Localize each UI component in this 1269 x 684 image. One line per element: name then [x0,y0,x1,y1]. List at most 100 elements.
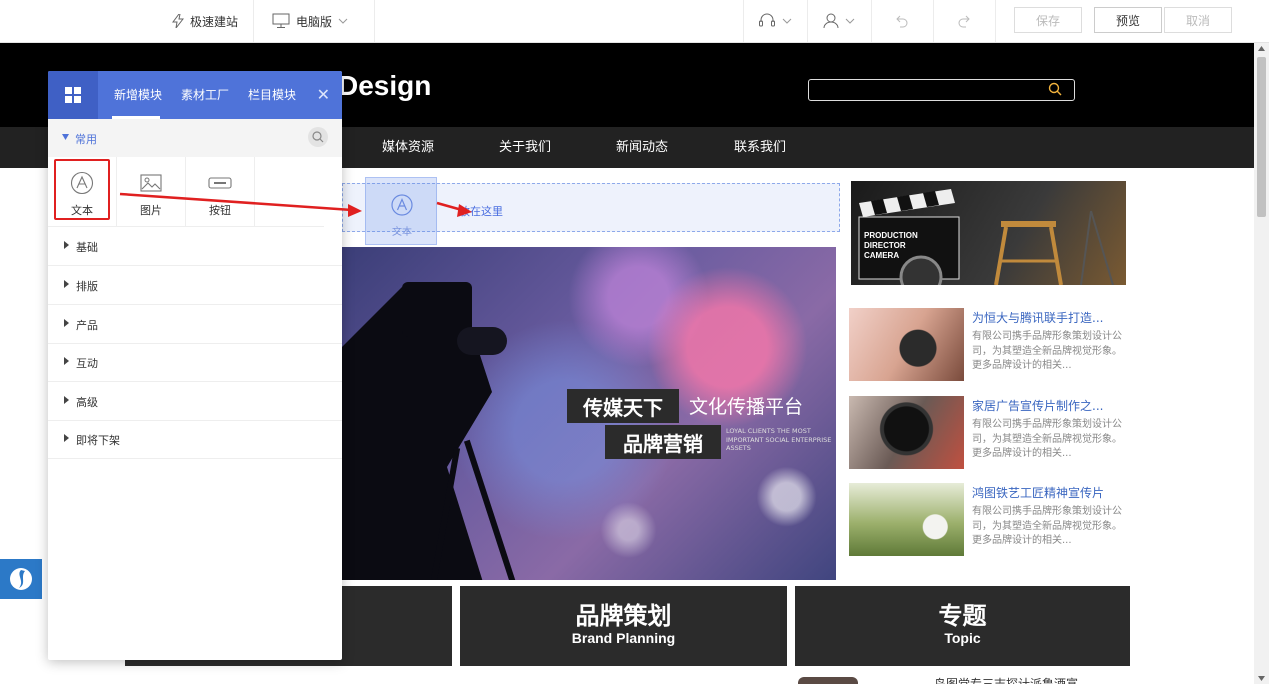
category-advanced[interactable]: 高级 [48,382,342,421]
category-deprecated[interactable]: 即将下架 [48,420,342,459]
category-tile-topic[interactable]: 专题 Topic [795,586,1130,666]
module-label: 图片 [140,204,162,217]
category-title: 品牌策划 [575,602,672,630]
drag-ghost-label: 文本 [392,227,412,238]
news-title[interactable]: 家居广告宣传片制作之... [972,397,1132,414]
tab-material-factory[interactable]: 素材工厂 [181,71,229,119]
news-thumbnail[interactable] [849,396,964,469]
featured-line: DIRECTOR [864,241,906,250]
triangle-right-icon [64,241,69,249]
device-label: 电脑版 [296,14,333,29]
search-icon [312,131,324,143]
category-subtitle: Topic [944,630,981,646]
undo-button[interactable] [871,0,933,42]
quick-build-label: 极速建站 [190,14,239,29]
button-icon [208,177,232,189]
module-grid-button[interactable] [48,71,98,119]
cancel-button[interactable]: 取消 [1164,7,1232,33]
nav-item-about[interactable]: 关于我们 [499,127,551,168]
editor-toolbar: 极速建站 电脑版 保存 预览 取消 [0,0,1269,43]
toolbar-divider [374,0,375,42]
news-item[interactable]: 鸿图铁艺工匠精神宣传片 有限公司携手品牌形象策划设计公司，为其塑造全新品牌视觉形… [849,483,1129,559]
text-module-icon [391,194,413,216]
page-scrollbar[interactable] [1254,43,1269,684]
chevron-down-icon [782,18,792,24]
triangle-right-icon [64,396,69,404]
undo-icon [896,15,908,28]
account-menu-button[interactable] [807,0,871,42]
scroll-down-arrow-icon[interactable] [1258,676,1265,681]
scrollbar-thumb[interactable] [1257,57,1266,217]
category-subtitle: Brand Planning [571,630,676,646]
grid-icon [65,87,81,103]
quick-build-button[interactable]: 极速建站 [172,0,238,42]
banner-slogan: 文化传播平台 [689,396,804,418]
category-title: 专题 [938,602,987,630]
tab-section-module[interactable]: 栏目模块 [248,71,296,119]
user-icon [823,13,839,29]
headset-icon [759,13,775,27]
news-item[interactable]: 为恒大与腾讯联手打造... 有限公司携手品牌形象策划设计公司，为其塑造全新品牌视… [849,308,1129,384]
module-image[interactable]: 图片 [117,157,186,227]
module-button[interactable]: 按钮 [186,157,255,227]
featured-image[interactable]: PRODUCTION DIRECTOR CAMERA [851,181,1126,285]
category-interactive[interactable]: 互动 [48,343,342,382]
category-basic[interactable]: 基础 [48,227,342,266]
chat-bubble-icon [10,568,32,590]
triangle-right-icon [64,357,69,365]
banner-image: 传媒天下 品牌营销 文化传播平台 LOYAL CLIENTS THE MOST … [342,247,836,580]
redo-button[interactable] [933,0,995,42]
category-layout[interactable]: 排版 [48,266,342,305]
site-search-input[interactable] [808,79,1075,101]
module-label: 按钮 [209,204,231,217]
featured-line: PRODUCTION [864,231,918,240]
next-thumbnail-partial [798,677,858,684]
category-label: 排版 [76,280,98,293]
next-news-title-partial: 鸟图党专三志探计派鲁酒富 [934,677,1079,684]
chevron-down-icon [338,18,348,24]
category-label: 基础 [76,241,98,254]
featured-line: CAMERA [864,251,900,260]
device-switcher[interactable]: 电脑版 [272,0,348,42]
drop-zone-hint: 放在这里 [459,205,503,218]
support-menu-button[interactable] [743,0,807,42]
nav-item-contact[interactable]: 联系我们 [734,127,786,168]
preview-button[interactable]: 预览 [1094,7,1162,33]
news-title[interactable]: 为恒大与腾讯联手打造... [972,309,1132,326]
close-icon[interactable]: ✕ [317,85,330,104]
common-section-header[interactable]: 常用 [48,119,342,157]
news-item[interactable]: 家居广告宣传片制作之... 有限公司携手品牌形象策划设计公司，为其塑造全新品牌视… [849,396,1129,472]
banner-en-text: LOYAL CLIENTS THE MOST IMPORTANT SOCIAL … [726,427,832,452]
news-desc: 有限公司携手品牌形象策划设计公司，为其塑造全新品牌视觉形象。更多品牌设计的相关.… [972,331,1122,371]
panel-header: 新增模块 素材工厂 栏目模块 ✕ [48,71,342,119]
site-logo: Design [338,70,432,101]
add-module-panel: 新增模块 素材工厂 栏目模块 ✕ 常用 文本 图片 按钮 基础 排版 产品 互动… [48,71,342,660]
chevron-down-icon [845,18,855,24]
module-empty-slot [255,157,324,227]
banner-tag-2: 品牌营销 [605,425,721,459]
tab-add-module[interactable]: 新增模块 [114,71,162,119]
category-label: 高级 [76,396,98,409]
nav-item-news[interactable]: 新闻动态 [616,127,668,168]
toolbar-divider [253,0,254,42]
highlight-box [54,159,110,220]
banner-tag-1: 传媒天下 [567,389,679,423]
search-icon[interactable] [1048,82,1062,96]
scroll-up-arrow-icon[interactable] [1258,46,1265,51]
news-thumbnail[interactable] [849,308,964,381]
category-product[interactable]: 产品 [48,305,342,344]
featured-image-caption: PRODUCTION DIRECTOR CAMERA [864,231,918,261]
drag-ghost-text-module[interactable]: 文本 [365,177,437,245]
triangle-right-icon [64,434,69,442]
news-thumbnail[interactable] [849,483,964,556]
nav-item-media[interactable]: 媒体资源 [382,127,434,168]
monitor-icon [272,13,290,28]
service-float-button[interactable] [0,559,42,599]
lightning-icon [172,14,184,28]
news-title[interactable]: 鸿图铁艺工匠精神宣传片 [972,484,1132,501]
save-button[interactable]: 保存 [1014,7,1082,33]
category-tile-brand-planning[interactable]: 品牌策划 Brand Planning [460,586,787,666]
category-label: 即将下架 [76,434,120,447]
module-search-button[interactable] [308,127,328,147]
triangle-right-icon [64,280,69,288]
